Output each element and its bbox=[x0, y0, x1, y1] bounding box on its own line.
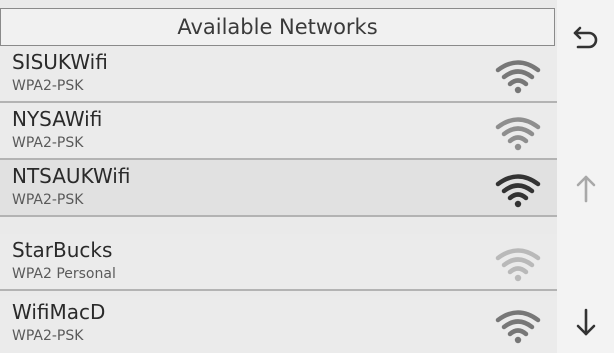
network-name: NYSAWifi bbox=[12, 107, 103, 131]
back-arrow-icon bbox=[573, 26, 597, 49]
network-item[interactable]: SISUKWifi WPA2-PSK bbox=[0, 46, 557, 103]
network-security: WPA2-PSK bbox=[12, 135, 84, 151]
wifi-signal-icon bbox=[495, 117, 541, 151]
network-item[interactable]: NYSAWifi WPA2-PSK bbox=[0, 103, 557, 160]
page-title: Available Networks bbox=[0, 8, 555, 46]
wifi-screen: Available Networks SISUKWifi WPA2-PSK NY… bbox=[0, 0, 614, 353]
navigation-panel bbox=[557, 0, 614, 353]
network-item[interactable]: StarBucks WPA2 Personal bbox=[0, 234, 557, 291]
scroll-down-button[interactable] bbox=[557, 298, 614, 346]
network-name: SISUKWifi bbox=[12, 50, 108, 74]
network-security: WPA2-PSK bbox=[12, 78, 84, 94]
network-item[interactable]: WifiMacD WPA2-PSK bbox=[0, 296, 557, 353]
wifi-signal-icon bbox=[495, 174, 541, 208]
network-security: WPA2-PSK bbox=[12, 328, 84, 344]
network-list: Available Networks SISUKWifi WPA2-PSK NY… bbox=[0, 0, 557, 353]
wifi-signal-icon bbox=[495, 310, 541, 344]
network-name: WifiMacD bbox=[12, 300, 106, 324]
network-name: NTSAUKWifi bbox=[12, 164, 131, 188]
scroll-up-button[interactable] bbox=[557, 165, 614, 213]
network-security: WPA2-PSK bbox=[12, 192, 84, 208]
network-name: StarBucks bbox=[12, 238, 113, 262]
wifi-signal-icon bbox=[495, 248, 541, 282]
back-button[interactable] bbox=[557, 14, 614, 62]
arrow-down-icon bbox=[576, 308, 595, 336]
wifi-signal-icon bbox=[495, 60, 541, 94]
network-security: WPA2 Personal bbox=[12, 266, 116, 282]
network-item[interactable]: NTSAUKWifi WPA2-PSK bbox=[0, 160, 557, 217]
arrow-up-icon bbox=[576, 175, 595, 203]
